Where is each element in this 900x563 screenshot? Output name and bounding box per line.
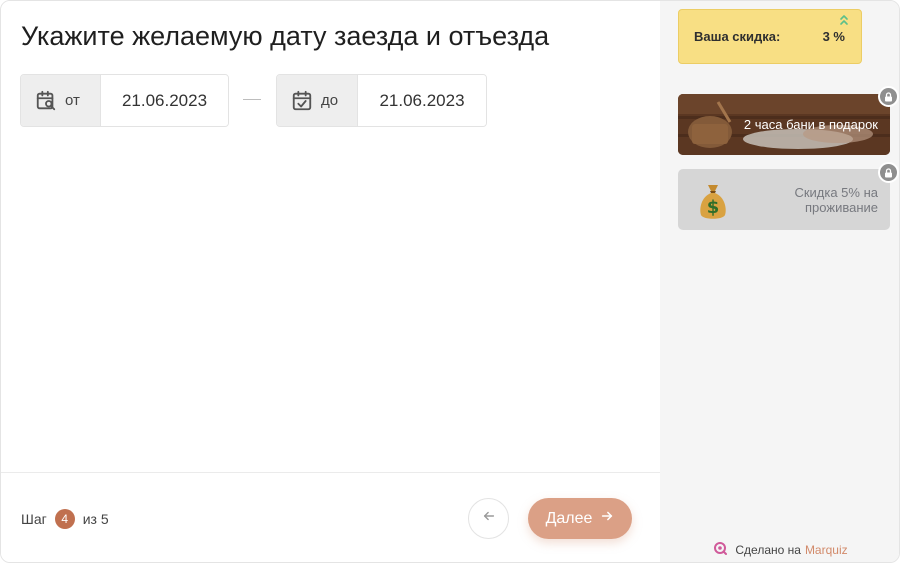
date-to-field[interactable]: до 21.06.2023: [276, 74, 487, 127]
date-from-field[interactable]: от 21.06.2023: [20, 74, 229, 127]
svg-text:$: $: [707, 197, 720, 218]
question-title: Укажите желаемую дату заезда и отъезда: [21, 21, 550, 51]
bonus-sidebar: Ваша скидка: 3 % 2 часа бани в подарок $…: [660, 1, 899, 562]
discount-box: Ваша скидка: 3 %: [678, 9, 862, 64]
next-button[interactable]: Далее: [528, 498, 632, 539]
date-to-label-box: до: [277, 75, 358, 126]
step-indicator: Шаг 4 из 5: [21, 509, 109, 529]
date-to-value[interactable]: 21.06.2023: [358, 75, 486, 126]
next-button-label: Далее: [545, 509, 593, 527]
bonus-text-discount: Скидка 5% на проживание: [794, 184, 878, 215]
date-range-separator: [243, 99, 261, 100]
quiz-main-panel: Укажите желаемую дату заезда и отъезда о…: [1, 1, 660, 562]
marquiz-logo-icon: [713, 541, 728, 558]
made-by-brand-link[interactable]: Marquiz: [805, 543, 848, 557]
bonus-card-discount: $ Скидка 5% на проживание: [678, 169, 890, 230]
step-suffix: из 5: [82, 511, 109, 527]
quiz-window: Укажите желаемую дату заезда и отъезда о…: [0, 0, 900, 563]
back-button[interactable]: [468, 498, 509, 539]
arrow-left-icon: [482, 509, 496, 528]
quiz-footer: Шаг 4 из 5 Далее: [1, 472, 660, 562]
arrow-right-icon: [600, 509, 614, 528]
date-from-label: от: [65, 92, 80, 109]
date-from-value[interactable]: 21.06.2023: [101, 75, 228, 126]
discount-label: Ваша скидка:: [694, 29, 781, 44]
bonus-card-sauna: 2 часа бани в подарок: [678, 94, 890, 155]
calendar-search-icon: [35, 90, 57, 112]
discount-value-wrap: 3 %: [822, 15, 848, 44]
step-current-badge: 4: [54, 509, 75, 529]
made-by-prefix: Сделано на: [735, 542, 801, 557]
double-chevron-up-icon: [840, 15, 848, 25]
date-from-label-box: от: [21, 75, 101, 126]
lock-icon: [885, 167, 892, 177]
money-bag-icon: $: [700, 185, 726, 219]
step-prefix: Шаг: [21, 511, 47, 527]
made-by-footer[interactable]: Сделано на Marquiz: [660, 541, 899, 558]
bonus-text-sauna: 2 часа бани в подарок: [743, 117, 878, 132]
lock-badge-discount: [878, 162, 899, 183]
lock-icon: [885, 91, 892, 101]
calendar-check-icon: [291, 90, 313, 112]
date-to-label: до: [321, 92, 339, 109]
discount-value: 3 %: [822, 29, 845, 44]
lock-badge-sauna: [878, 86, 899, 107]
